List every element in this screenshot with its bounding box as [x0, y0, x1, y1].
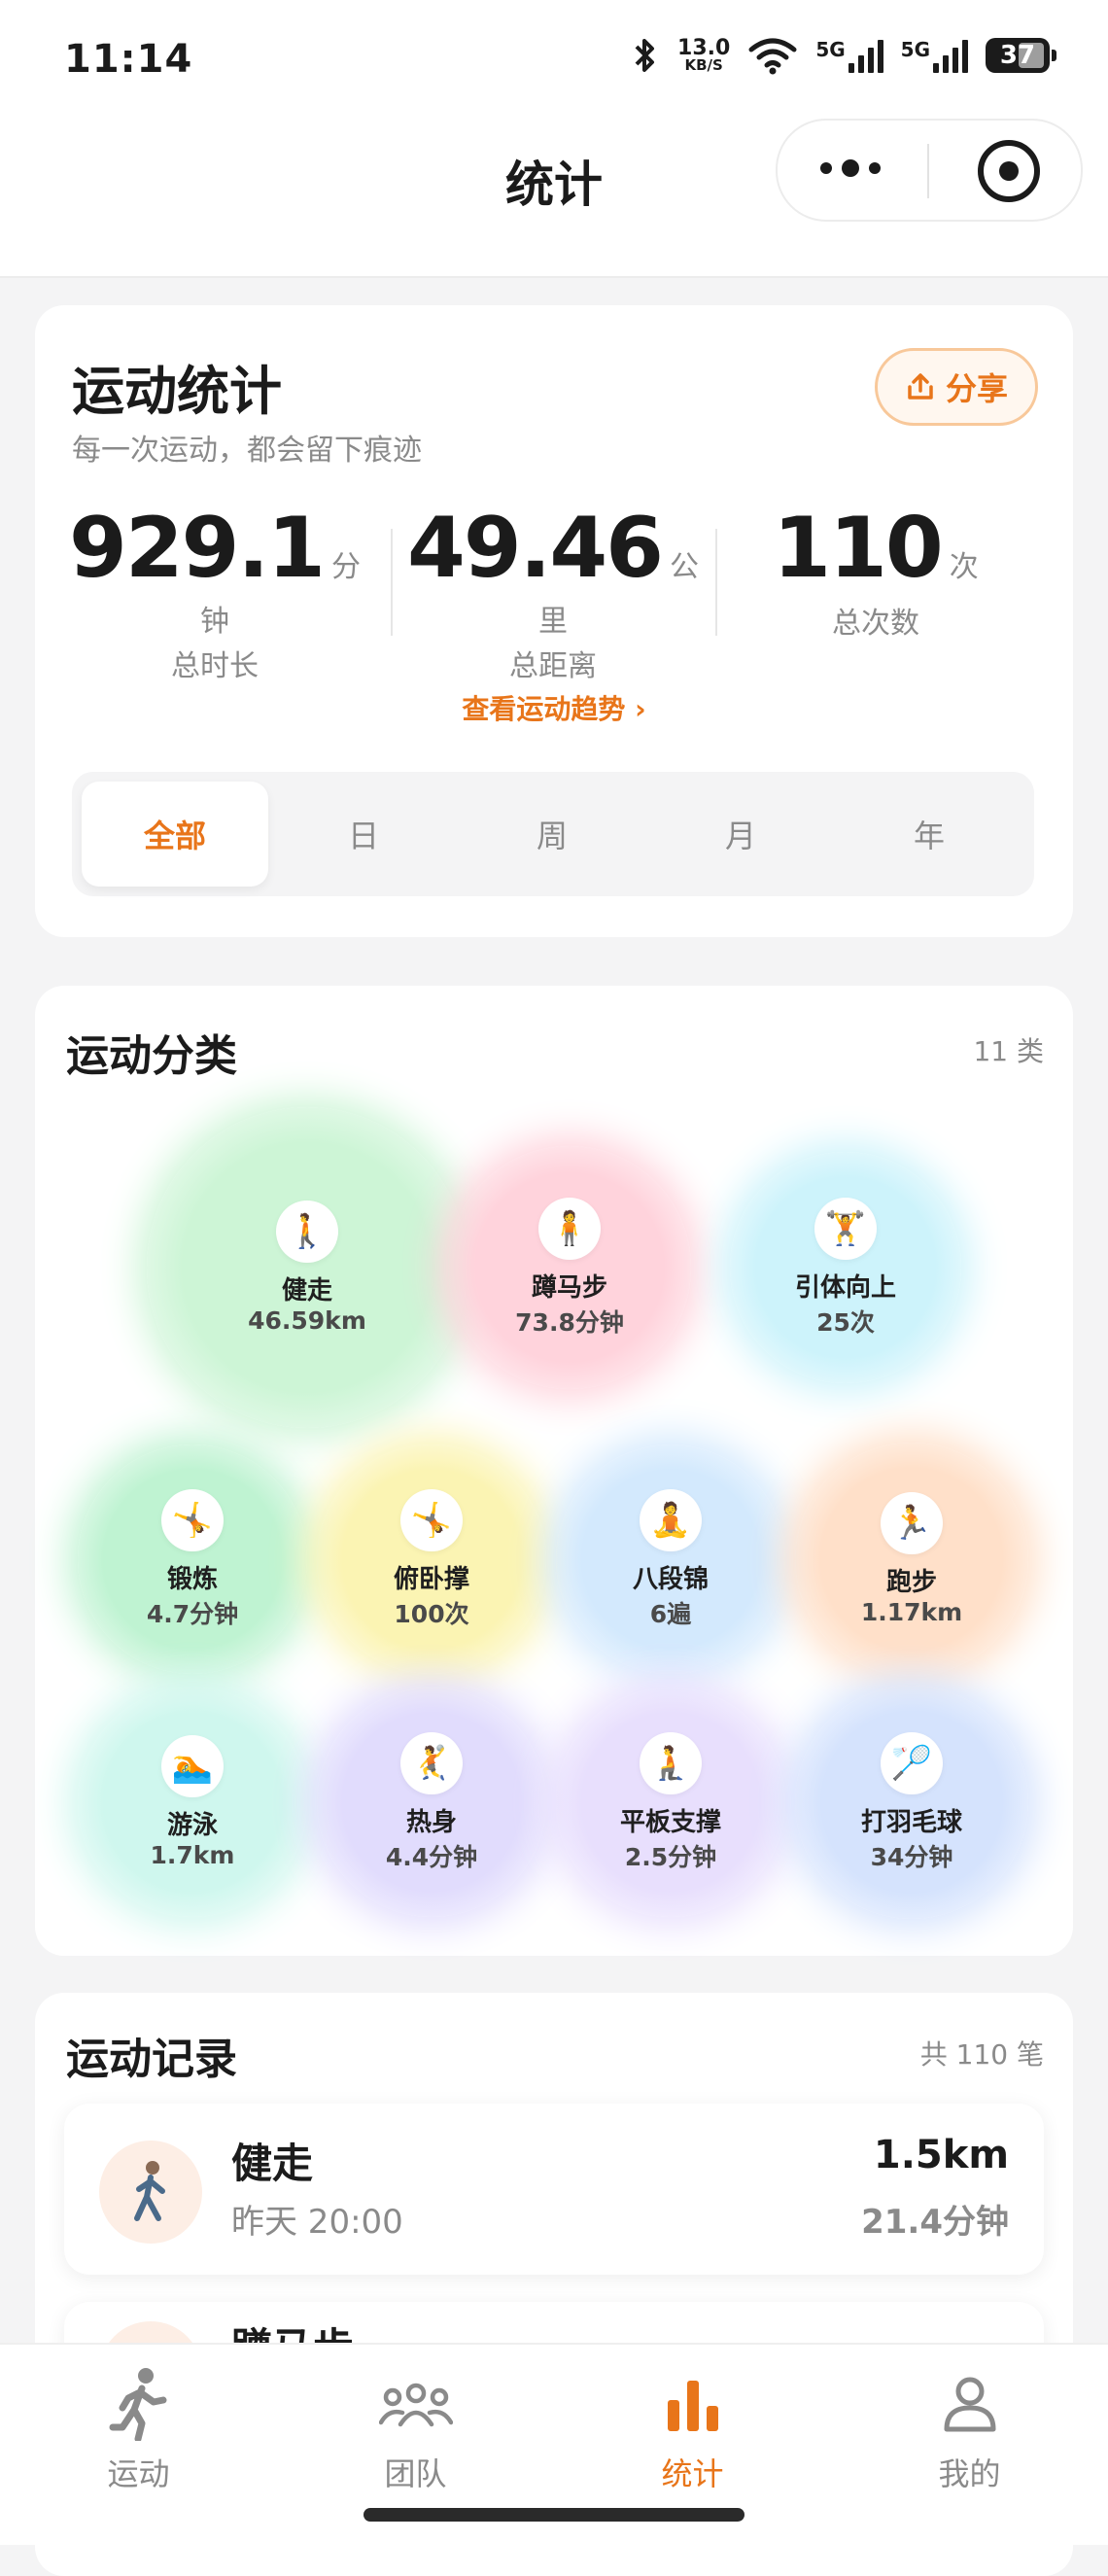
pushup-icon: 🤸: [400, 1488, 463, 1551]
category-bubble[interactable]: 🧎 平板支撑 2.5分钟: [556, 1688, 785, 1917]
category-name: 锻炼: [166, 1564, 218, 1594]
category-bubble[interactable]: 🤸 俯卧撑 100次: [317, 1445, 546, 1674]
category-bubble[interactable]: 🤾 热身 4.4分钟: [317, 1688, 546, 1917]
swim-icon: 🏊: [161, 1735, 224, 1797]
category-name: 八段锦: [632, 1564, 709, 1594]
records-title: 运动记录: [66, 2035, 237, 2084]
category-name: 热身: [405, 1807, 457, 1837]
battery-icon: 37: [986, 38, 1056, 73]
category-value: 4.4分钟: [385, 1842, 478, 1871]
category-value: 6遍: [649, 1599, 692, 1628]
mini-program-capsule: [776, 119, 1083, 222]
category-bubble[interactable]: 🏋 引体向上 25次: [730, 1152, 961, 1383]
category-bubble[interactable]: 🏸 打羽毛球 34分钟: [795, 1686, 1028, 1919]
bar-chart-icon: [667, 2381, 718, 2431]
plank-icon: 🧎: [640, 1731, 702, 1794]
tab-day[interactable]: 日: [270, 782, 457, 887]
share-button[interactable]: 分享: [875, 348, 1038, 426]
status-bar: 11:14 13.0 KB/S 5G 5G 37: [0, 0, 1108, 117]
category-count: 11 类: [973, 1035, 1044, 1067]
close-target-icon[interactable]: [978, 140, 1040, 202]
tab-year[interactable]: 年: [836, 782, 1022, 887]
category-bubble[interactable]: 🏃 跑步 1.17km: [795, 1443, 1028, 1676]
tab-team[interactable]: 团队: [277, 2364, 554, 2494]
runner-icon: [109, 2368, 166, 2441]
category-value: 100次: [394, 1599, 469, 1628]
stats-title: 运动统计: [72, 361, 282, 422]
workout-icon: 🤸: [161, 1488, 224, 1551]
record-distance: 1.5km: [873, 2133, 1009, 2177]
tab-exercise[interactable]: 运动: [0, 2364, 277, 2494]
tab-profile[interactable]: 我的: [831, 2364, 1108, 2494]
category-value: 1.17km: [860, 1598, 963, 1626]
category-bubble[interactable]: 🧘 八段锦 6遍: [556, 1445, 785, 1674]
category-value: 73.8分钟: [515, 1307, 624, 1337]
home-indicator: [364, 2508, 744, 2522]
category-value: 34分钟: [870, 1842, 953, 1871]
team-icon: [378, 2383, 453, 2427]
more-icon[interactable]: [820, 159, 881, 177]
status-icons: 13.0 KB/S 5G 5G 37: [631, 35, 1056, 76]
bluetooth-icon: [635, 39, 655, 72]
stats-card: 运动统计 每一次运动，都会留下痕迹 分享 929.1 分钟 总时长 49.46 公里…: [35, 305, 1073, 937]
tab-month[interactable]: 月: [647, 782, 834, 887]
category-bubble[interactable]: 🚶 健走 46.59km: [147, 1107, 467, 1428]
cell-signal-2: 5G: [901, 38, 968, 73]
warmup-icon: 🤾: [400, 1731, 463, 1794]
category-value: 1.7km: [150, 1841, 235, 1869]
record-duration: 21.4分钟: [861, 2203, 1009, 2242]
view-trend-link[interactable]: 查看运动趋势 ›: [35, 688, 1073, 727]
tab-all[interactable]: 全部: [82, 782, 268, 887]
person-icon: [944, 2377, 995, 2432]
tab-statistics[interactable]: 统计: [554, 2364, 831, 2494]
net-speed: 13.0 KB/S: [677, 36, 731, 74]
category-value: 4.7分钟: [146, 1599, 239, 1628]
metric-distance: 49.46 公里 总距离: [406, 500, 700, 683]
category-value: 46.59km: [248, 1306, 366, 1335]
run-icon: 🏃: [881, 1492, 943, 1554]
category-name: 引体向上: [794, 1272, 896, 1303]
record-name: 健走: [231, 2140, 314, 2187]
category-name: 打羽毛球: [860, 1807, 962, 1837]
badminton-icon: 🏸: [881, 1731, 943, 1794]
category-value: 2.5分钟: [624, 1842, 717, 1871]
tab-week[interactable]: 周: [459, 782, 645, 887]
squat-icon: 🧍: [538, 1197, 601, 1260]
share-icon: [908, 373, 933, 400]
wifi-icon: [748, 38, 797, 75]
record-time: 昨天 20:00: [231, 2203, 403, 2242]
category-bubble[interactable]: 🤸 锻炼 4.7分钟: [78, 1445, 307, 1674]
category-bubble[interactable]: 🧍 蹲马步 73.8分钟: [448, 1146, 691, 1389]
category-bubble[interactable]: 🏊 游泳 1.7km: [78, 1688, 307, 1917]
category-name: 俯卧撑: [393, 1564, 469, 1594]
category-card: 运动分类 11 类 🚶 健走 46.59km 🧍 蹲马步 73.8分钟 🏋 引体向上 25次 🤸 锻…: [35, 986, 1073, 1956]
record-item[interactable]: 健走 昨天 20:00 1.5km 21.4分钟: [64, 2104, 1044, 2275]
records-count: 共 110 笔: [919, 2038, 1044, 2071]
category-name: 健走: [281, 1276, 332, 1305]
nav-bar: 统计: [0, 117, 1108, 278]
walk-icon: [99, 2141, 202, 2244]
category-name: 平板支撑: [619, 1807, 721, 1837]
pullup-icon: 🏋: [814, 1197, 877, 1260]
metric-duration: 929.1 分钟 总时长: [68, 500, 362, 683]
category-name: 跑步: [885, 1568, 937, 1597]
baduanjin-icon: 🧘: [640, 1488, 702, 1551]
category-name: 游泳: [166, 1811, 218, 1840]
period-segmented-control: 全部 日 周 月 年: [72, 772, 1034, 896]
category-value: 25次: [816, 1307, 875, 1337]
metric-count: 110 次 总次数: [773, 500, 979, 641]
category-name: 蹲马步: [531, 1272, 607, 1303]
capsule-divider: [927, 144, 929, 198]
category-title: 运动分类: [66, 1031, 237, 1081]
stats-subtitle: 每一次运动，都会留下痕迹: [72, 434, 422, 468]
cell-signal-1: 5G: [815, 38, 883, 73]
walk-icon: 🚶: [276, 1201, 338, 1263]
status-time: 11:14: [64, 37, 193, 82]
